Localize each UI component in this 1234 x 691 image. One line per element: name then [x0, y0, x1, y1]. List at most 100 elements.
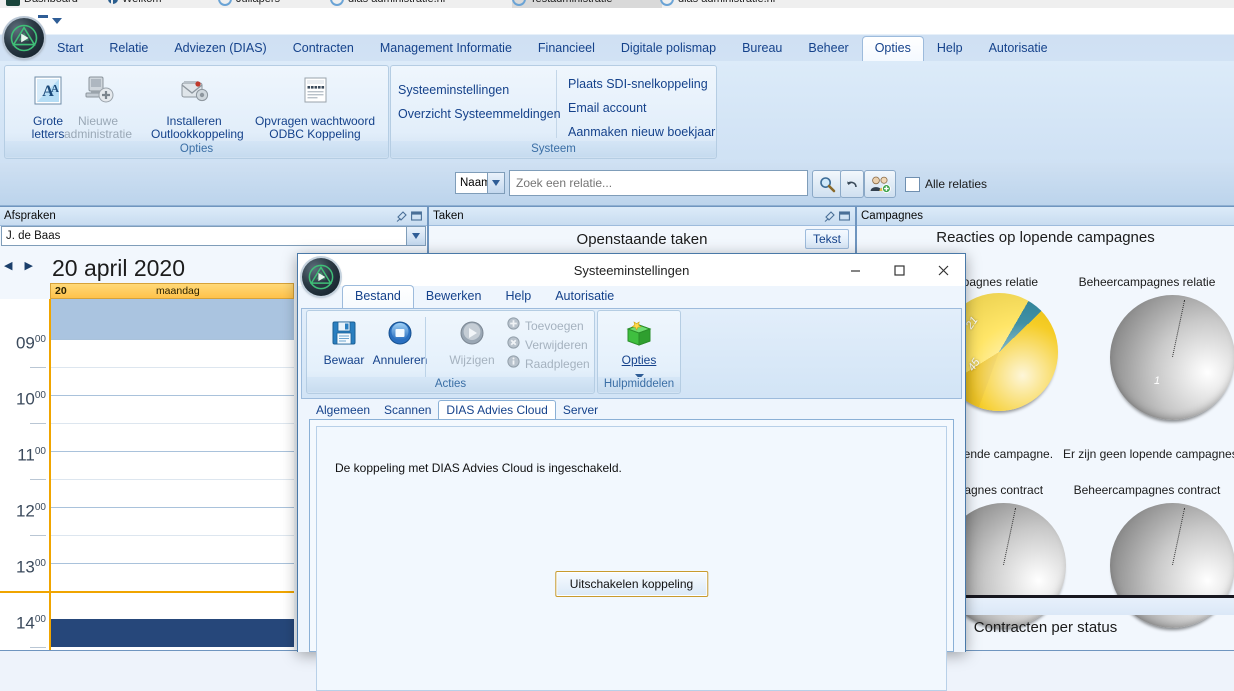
opvragen-label-2: ODBC Koppeling: [269, 127, 361, 141]
calendar-busy-block[interactable]: [50, 619, 294, 647]
settings-tab-dias-advies-cloud[interactable]: DIAS Advies Cloud: [438, 400, 556, 420]
calendar-hour-label: 1200: [15, 501, 46, 521]
calendar-current-time-marker: [0, 591, 294, 593]
calendar-person-selector[interactable]: J. de Baas: [1, 226, 426, 246]
search-button[interactable]: [812, 170, 842, 198]
settings-tab-algemeen[interactable]: Algemeen: [309, 401, 377, 420]
settings-tab-scannen[interactable]: Scannen: [377, 401, 438, 420]
browser-tab-label: Welkom: [122, 0, 162, 5]
calendar-hour-row[interactable]: 1400: [0, 614, 294, 650]
quick-access-toolbar[interactable]: [38, 12, 62, 30]
overzicht-systeemmeldingen-button[interactable]: Overzicht Systeemmeldingen: [391, 102, 561, 126]
alle-relaties-checkbox[interactable]: [905, 177, 920, 192]
pin-icon[interactable]: [823, 210, 836, 223]
ribbon-group-opties: A A Grote letters Nieuwe administratie I…: [4, 65, 389, 159]
calendar-hour-label: 1000: [15, 389, 46, 409]
add-relation-button[interactable]: [864, 170, 896, 198]
circle-icon: [660, 0, 674, 6]
chevron-down-icon[interactable]: [52, 18, 62, 24]
installeren-outlookkoppeling-button[interactable]: Installeren Outlookkoppeling: [151, 70, 244, 141]
taken-panel-title: Taken: [433, 210, 464, 222]
ribbon-tab-opties[interactable]: Opties: [861, 36, 924, 61]
odbc-password-icon: [245, 70, 385, 112]
dias-logo-icon[interactable]: [4, 18, 44, 58]
ribbon-tab-bureau[interactable]: Bureau: [729, 36, 795, 61]
restore-icon[interactable]: [410, 210, 423, 223]
info-icon: [507, 355, 520, 374]
plaats-sdi-snelkoppeling-button[interactable]: Plaats SDI-snelkoppeling: [561, 72, 713, 96]
campagnes-panel-header: Campagnes: [857, 207, 1234, 226]
minimize-button[interactable]: [833, 254, 877, 286]
restore-icon[interactable]: [838, 210, 851, 223]
ribbon-tab-start[interactable]: Start: [44, 36, 96, 61]
circle-icon: [512, 0, 526, 6]
calendar-grid[interactable]: 20 maandag 0900 1000 1100 1200 1300 1400: [0, 283, 294, 650]
dialog-tab-autorisatie[interactable]: Autorisatie: [543, 286, 626, 308]
opties-button[interactable]: Opties: [602, 315, 676, 382]
nieuwe-administratie-button[interactable]: Nieuwe administratie: [55, 70, 141, 141]
calendar-body[interactable]: 0900 1000 1100 1200 1300 1400: [0, 299, 294, 650]
settings-tab-server[interactable]: Server: [556, 401, 605, 420]
reset-button[interactable]: [840, 170, 864, 198]
calendar-day-number: 20: [55, 285, 67, 297]
opties-label: Opties: [621, 353, 657, 367]
search-field-selector[interactable]: Naam: [455, 172, 505, 194]
close-button[interactable]: [921, 254, 965, 286]
ribbon-tab-financieel[interactable]: Financieel: [525, 36, 608, 61]
add-icon: [507, 317, 520, 336]
square-icon: [6, 0, 20, 6]
new-administration-icon: [55, 70, 141, 112]
ribbon-tab-adviezen[interactable]: Adviezen (DIAS): [161, 36, 279, 61]
ribbon-tab-digitale-polismap[interactable]: Digitale polismap: [608, 36, 729, 61]
dias-logo-icon: [302, 258, 340, 296]
verwijderen-button[interactable]: Verwijderen: [507, 336, 590, 355]
wijzigen-button[interactable]: Wijzigen: [435, 315, 509, 367]
pin-icon[interactable]: [395, 210, 408, 223]
chevron-down-icon[interactable]: [406, 227, 425, 245]
email-account-button[interactable]: Email account: [561, 96, 713, 120]
ribbon-tab-help[interactable]: Help: [924, 36, 976, 61]
taken-panel-header: Taken: [429, 207, 855, 226]
installeren-label-2: Outlookkoppeling: [151, 127, 244, 141]
toevoegen-label: Toevoegen: [525, 319, 584, 333]
undo-icon: [846, 181, 857, 187]
dialog-title: Systeeminstellingen: [573, 262, 690, 278]
dialog-content: Algemeen Scannen DIAS Advies Cloud Serve…: [301, 400, 962, 691]
ribbon-tab-autorisatie[interactable]: Autorisatie: [976, 36, 1061, 61]
ribbon-body: A A Grote letters Nieuwe administratie I…: [0, 61, 1234, 163]
dialog-tab-bewerken[interactable]: Bewerken: [414, 286, 494, 308]
ribbon-tab-contracten[interactable]: Contracten: [280, 36, 367, 61]
calendar-next-button[interactable]: ▶: [24, 259, 32, 272]
ribbon-tab-beheer[interactable]: Beheer: [795, 36, 861, 61]
dialog-tab-help[interactable]: Help: [493, 286, 543, 308]
dialog-group-label-acties: Acties: [307, 377, 594, 392]
calendar-date-title: 20 april 2020: [52, 255, 185, 281]
chart-title-beheercampagnes-relatie: Beheercampagnes relatie: [1078, 275, 1216, 289]
campagnes-panel-title: Campagnes: [861, 210, 924, 222]
raadplegen-label: Raadplegen: [525, 357, 590, 371]
ribbon-tab-strip: Start Relatie Adviezen (DIAS) Contracten…: [44, 35, 1061, 61]
raadplegen-button[interactable]: Raadplegen: [507, 355, 590, 374]
pie-chart-beheercampagnes-relatie[interactable]: 1: [1110, 295, 1234, 420]
chart-note-beheercampagnes-relatie: Er zijn geen lopende campagnes.: [1062, 447, 1234, 461]
systeeminstellingen-button[interactable]: Systeeminstellingen: [391, 78, 556, 102]
alle-relaties-label: Alle relaties: [925, 177, 988, 191]
opvragen-wachtwoord-odbc-button[interactable]: Opvragen wachtwoord ODBC Koppeling: [245, 70, 385, 141]
ribbon-tab-management-informatie[interactable]: Management Informatie: [367, 36, 525, 61]
ribbon-group-label-systeem: Systeem: [391, 141, 716, 157]
tekst-button[interactable]: Tekst: [804, 229, 849, 249]
verwijderen-label: Verwijderen: [525, 338, 588, 352]
toevoegen-button[interactable]: Toevoegen: [507, 317, 590, 336]
search-input[interactable]: [509, 170, 808, 196]
pie-slice-divider: [1172, 300, 1187, 358]
dialog-ribbon-group-acties: Bewaar Annuleren Wijzigen Toevoegen Verw…: [306, 310, 595, 394]
chevron-down-icon[interactable]: [487, 173, 504, 193]
dialog-tab-bestand[interactable]: Bestand: [342, 285, 414, 308]
afspraken-panel-title: Afspraken: [4, 210, 56, 222]
maximize-button[interactable]: [877, 254, 921, 286]
calendar-prev-button[interactable]: ◀: [4, 259, 12, 272]
calendar-selected-slot[interactable]: [50, 299, 294, 339]
ribbon-tab-relatie[interactable]: Relatie: [96, 36, 161, 61]
browser-tab-label: Juliapers: [236, 0, 280, 5]
uitschakelen-koppeling-button[interactable]: Uitschakelen koppeling: [554, 571, 709, 597]
